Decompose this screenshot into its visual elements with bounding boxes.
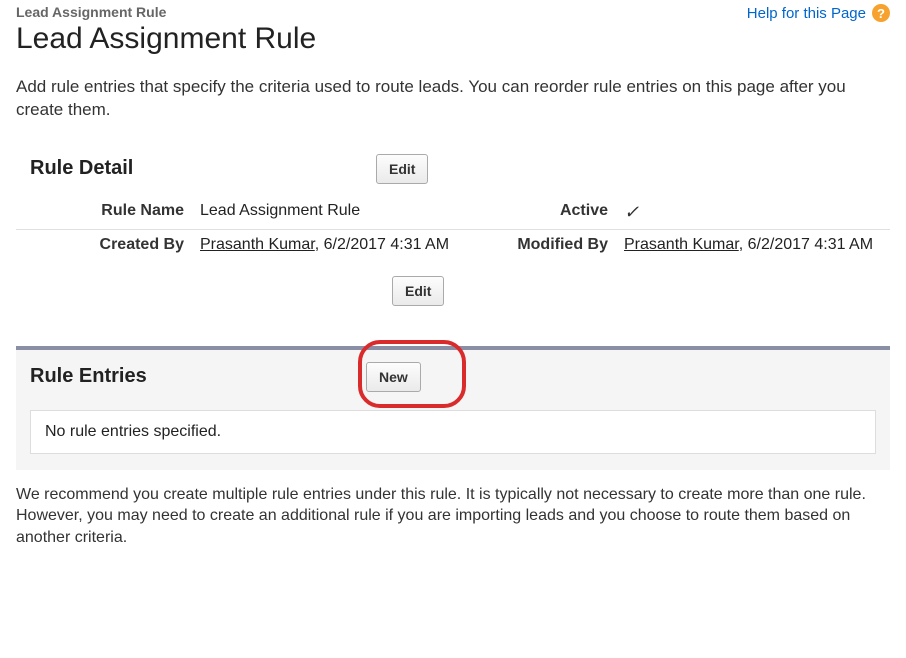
modified-by-label: Modified By <box>466 229 616 260</box>
created-by-user-link[interactable]: Prasanth Kumar <box>200 236 315 253</box>
rule-name-value: Lead Assignment Rule <box>192 196 466 230</box>
modified-by-user-link[interactable]: Prasanth Kumar <box>624 236 739 253</box>
edit-button-bottom[interactable]: Edit <box>392 276 444 306</box>
help-link-label: Help for this Page <box>747 5 866 22</box>
intro-text: Add rule entries that specify the criter… <box>16 76 890 122</box>
edit-button-top[interactable]: Edit <box>376 154 428 184</box>
page-title: Lead Assignment Rule <box>16 22 316 56</box>
breadcrumb: Lead Assignment Rule <box>16 4 316 20</box>
modified-by-time: , 6/2/2017 4:31 AM <box>739 236 873 253</box>
rule-entries-empty: No rule entries specified. <box>30 410 876 454</box>
new-button[interactable]: New <box>366 362 421 392</box>
rule-detail-title: Rule Detail <box>16 157 376 180</box>
rule-entries-panel: Rule Entries New No rule entries specifi… <box>16 346 890 470</box>
rule-entries-title: Rule Entries <box>30 365 366 388</box>
active-checkmark-icon: ✓ <box>624 202 639 222</box>
footer-recommendation: We recommend you create multiple rule en… <box>16 484 890 549</box>
rule-detail-table: Rule Name Lead Assignment Rule Active ✓ … <box>16 196 890 260</box>
created-by-time: , 6/2/2017 4:31 AM <box>315 236 449 253</box>
rule-name-label: Rule Name <box>16 196 192 230</box>
help-icon: ? <box>872 4 890 22</box>
help-link[interactable]: Help for this Page ? <box>747 4 890 22</box>
active-label: Active <box>466 196 616 230</box>
created-by-label: Created By <box>16 229 192 260</box>
